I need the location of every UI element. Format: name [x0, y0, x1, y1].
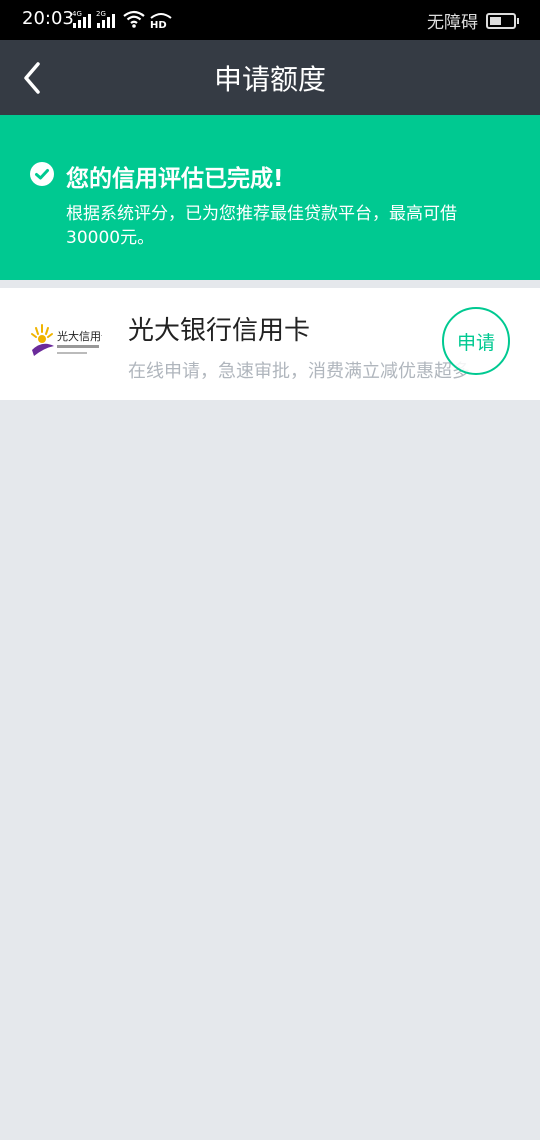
logo-text: 光大信用卡 — [57, 329, 102, 343]
assessment-banner: 您的信用评估已完成! 根据系统评分，已为您推荐最佳贷款平台，最高可借30000元… — [0, 115, 540, 280]
apply-button[interactable]: 申请 — [442, 307, 510, 375]
bank-logo: 光大信用卡 — [30, 322, 112, 366]
everbright-logo-icon: 光大信用卡 — [31, 324, 112, 356]
check-circle-icon — [30, 162, 54, 186]
status-bar: 20:03 4G 2G HD 无障碍 — [0, 0, 540, 40]
product-card[interactable]: 光大信用卡 光大银行信用卡 在线申请，急速审批，消费满立减优惠超多 申请 — [0, 288, 540, 400]
hd-icon: HD — [150, 13, 172, 29]
hd-label: HD — [150, 20, 167, 29]
battery-icon — [486, 12, 519, 29]
accessibility-label: 无障碍 — [427, 13, 478, 33]
status-time: 20:03 — [22, 8, 74, 29]
status-icons: 4G 2G HD — [72, 8, 175, 30]
signal-icon: 4G — [72, 10, 91, 28]
status-right: 无障碍 — [427, 8, 519, 33]
product-name: 光大银行信用卡 — [128, 316, 311, 346]
network-label-1: 4G — [72, 10, 82, 18]
network-label-2: 2G — [96, 10, 106, 18]
wifi-icon — [123, 10, 145, 28]
nav-bar: 申请额度 — [0, 40, 540, 115]
signal-icon-2: 2G — [96, 10, 115, 28]
product-description: 在线申请，急速审批，消费满立减优惠超多 — [128, 361, 470, 382]
banner-title: 您的信用评估已完成! — [66, 166, 284, 192]
banner-description: 根据系统评分，已为您推荐最佳贷款平台，最高可借30000元。 — [66, 204, 457, 248]
page-title: 申请额度 — [213, 63, 326, 96]
